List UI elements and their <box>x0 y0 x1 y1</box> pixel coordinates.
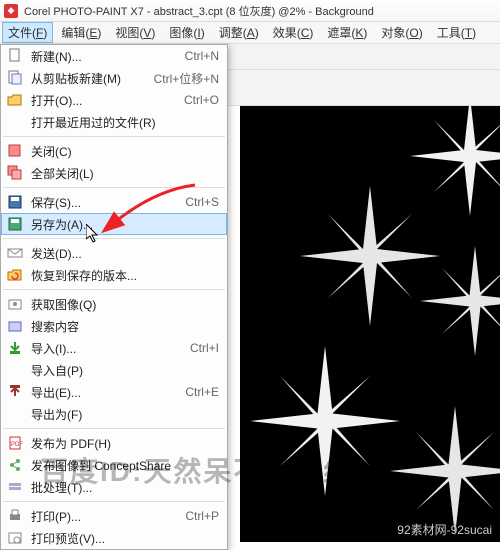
menu-item-search[interactable]: 搜索内容 <box>1 315 227 337</box>
menu-item-shortcut: Ctrl+O <box>184 93 219 107</box>
menu-item-closeall[interactable]: 全部关闭(L) <box>1 162 227 184</box>
closeall-icon <box>5 165 25 181</box>
export-icon <box>5 384 25 400</box>
canvas-area[interactable] <box>240 106 500 542</box>
menu-item-save[interactable]: 保存(S)...Ctrl+S <box>1 191 227 213</box>
menu-item-label: 发布图像到 ConceptShare <box>31 457 219 474</box>
menu-视图[interactable]: 视图(V) <box>109 22 161 43</box>
menu-item-sub[interactable]: 导入自(P) <box>1 359 227 381</box>
menu-文件[interactable]: 文件(F) <box>2 22 53 43</box>
menu-item-label: 导出(E)... <box>31 384 185 401</box>
blank-icon <box>5 362 25 378</box>
app-logo-icon: ◆ <box>4 4 18 18</box>
menu-item-export[interactable]: 导出(E)...Ctrl+E <box>1 381 227 403</box>
menu-item-label: 恢复到保存的版本... <box>31 267 219 284</box>
acquire-icon <box>5 296 25 312</box>
menu-编辑[interactable]: 编辑(E) <box>55 22 107 43</box>
menu-bar: 文件(F)编辑(E)视图(V)图像(I)调整(A)效果(C)遮罩(K)对象(O)… <box>0 22 500 44</box>
menu-item-label: 另存为(A)... <box>31 216 219 233</box>
menu-item-newclip[interactable]: 从剪贴板新建(M)Ctrl+位移+N <box>1 67 227 89</box>
menu-item-new[interactable]: 新建(N)...Ctrl+N <box>1 45 227 67</box>
menu-效果[interactable]: 效果(C) <box>267 22 320 43</box>
import-icon <box>5 340 25 356</box>
saveas-icon <box>5 216 25 232</box>
search-icon <box>5 318 25 334</box>
menu-item-acquire[interactable]: 获取图像(Q) <box>1 293 227 315</box>
menu-item-shortcut: Ctrl+位移+N <box>154 70 219 87</box>
menu-item-label: 全部关闭(L) <box>31 165 219 182</box>
menu-item-shortcut: Ctrl+N <box>185 49 219 63</box>
revert-icon <box>5 267 25 283</box>
menu-item-label: 打开(O)... <box>31 92 184 109</box>
new-icon <box>5 48 25 64</box>
menu-item-shortcut: Ctrl+E <box>185 385 219 399</box>
menu-item-share[interactable]: 发布图像到 ConceptShare <box>1 454 227 476</box>
menu-item-label: 发送(D)... <box>31 245 219 262</box>
menu-separator <box>3 187 225 188</box>
window-title: Corel PHOTO-PAINT X7 - abstract_3.cpt (8… <box>24 3 374 19</box>
menu-separator <box>3 238 225 239</box>
mouse-cursor-icon <box>86 224 102 247</box>
menu-item-label: 导入自(P) <box>31 362 219 379</box>
menu-item-label: 导入(I)... <box>31 340 190 357</box>
menu-item-label: 批处理(T)... <box>31 479 219 496</box>
close-icon <box>5 143 25 159</box>
menu-item-shortcut: Ctrl+S <box>185 195 219 209</box>
menu-separator <box>3 501 225 502</box>
menu-item-label: 搜索内容 <box>31 318 219 335</box>
menu-图像[interactable]: 图像(I) <box>163 22 210 43</box>
preview-icon <box>5 530 25 546</box>
menu-item-sub[interactable]: 导出为(F) <box>1 403 227 425</box>
menu-item-label: 打印(P)... <box>31 508 185 525</box>
menu-item-label: 获取图像(Q) <box>31 296 219 313</box>
blank-icon <box>5 114 25 130</box>
menu-item-import[interactable]: 导入(I)...Ctrl+I <box>1 337 227 359</box>
open-icon <box>5 92 25 108</box>
menu-item-label: 发布为 PDF(H) <box>31 435 219 452</box>
batch-icon <box>5 479 25 495</box>
menu-item-preview[interactable]: 打印预览(V)... <box>1 527 227 549</box>
menu-遮罩[interactable]: 遮罩(K) <box>321 22 373 43</box>
print-icon <box>5 508 25 524</box>
menu-对象[interactable]: 对象(O) <box>375 22 428 43</box>
menu-item-batch[interactable]: 批处理(T)... <box>1 476 227 498</box>
newclip-icon <box>5 70 25 86</box>
menu-item-pdf[interactable]: PDF 发布为 PDF(H) <box>1 432 227 454</box>
menu-item-saveas[interactable]: 另存为(A)... <box>1 213 227 235</box>
menu-separator <box>3 428 225 429</box>
menu-item-label: 打开最近用过的文件(R) <box>31 114 219 131</box>
menu-item-label: 新建(N)... <box>31 48 185 65</box>
menu-item-shortcut: Ctrl+P <box>185 509 219 523</box>
menu-item-label: 从剪贴板新建(M) <box>31 70 154 87</box>
menu-item-sub[interactable]: 打开最近用过的文件(R) <box>1 111 227 133</box>
blank-icon <box>5 406 25 422</box>
menu-item-print[interactable]: 打印(P)...Ctrl+P <box>1 505 227 527</box>
pdf-icon: PDF <box>5 435 25 451</box>
menu-item-close[interactable]: 关闭(C) <box>1 140 227 162</box>
menu-item-label: 打印预览(V)... <box>31 530 219 547</box>
menu-工具[interactable]: 工具(T) <box>431 22 482 43</box>
menu-item-send[interactable]: 发送(D)... <box>1 242 227 264</box>
menu-separator <box>3 289 225 290</box>
menu-item-label: 导出为(F) <box>31 406 219 423</box>
svg-text:PDF: PDF <box>11 442 23 448</box>
menu-item-shortcut: Ctrl+I <box>190 341 219 355</box>
menu-item-label: 保存(S)... <box>31 194 185 211</box>
title-bar: ◆ Corel PHOTO-PAINT X7 - abstract_3.cpt … <box>0 0 500 22</box>
file-menu-dropdown: 新建(N)...Ctrl+N从剪贴板新建(M)Ctrl+位移+N打开(O)...… <box>0 44 228 550</box>
menu-item-open[interactable]: 打开(O)...Ctrl+O <box>1 89 227 111</box>
save-icon <box>5 194 25 210</box>
send-icon <box>5 245 25 261</box>
menu-separator <box>3 136 225 137</box>
menu-item-label: 关闭(C) <box>31 143 219 160</box>
menu-item-revert[interactable]: 恢复到保存的版本... <box>1 264 227 286</box>
menu-调整[interactable]: 调整(A) <box>213 22 265 43</box>
share-icon <box>5 457 25 473</box>
